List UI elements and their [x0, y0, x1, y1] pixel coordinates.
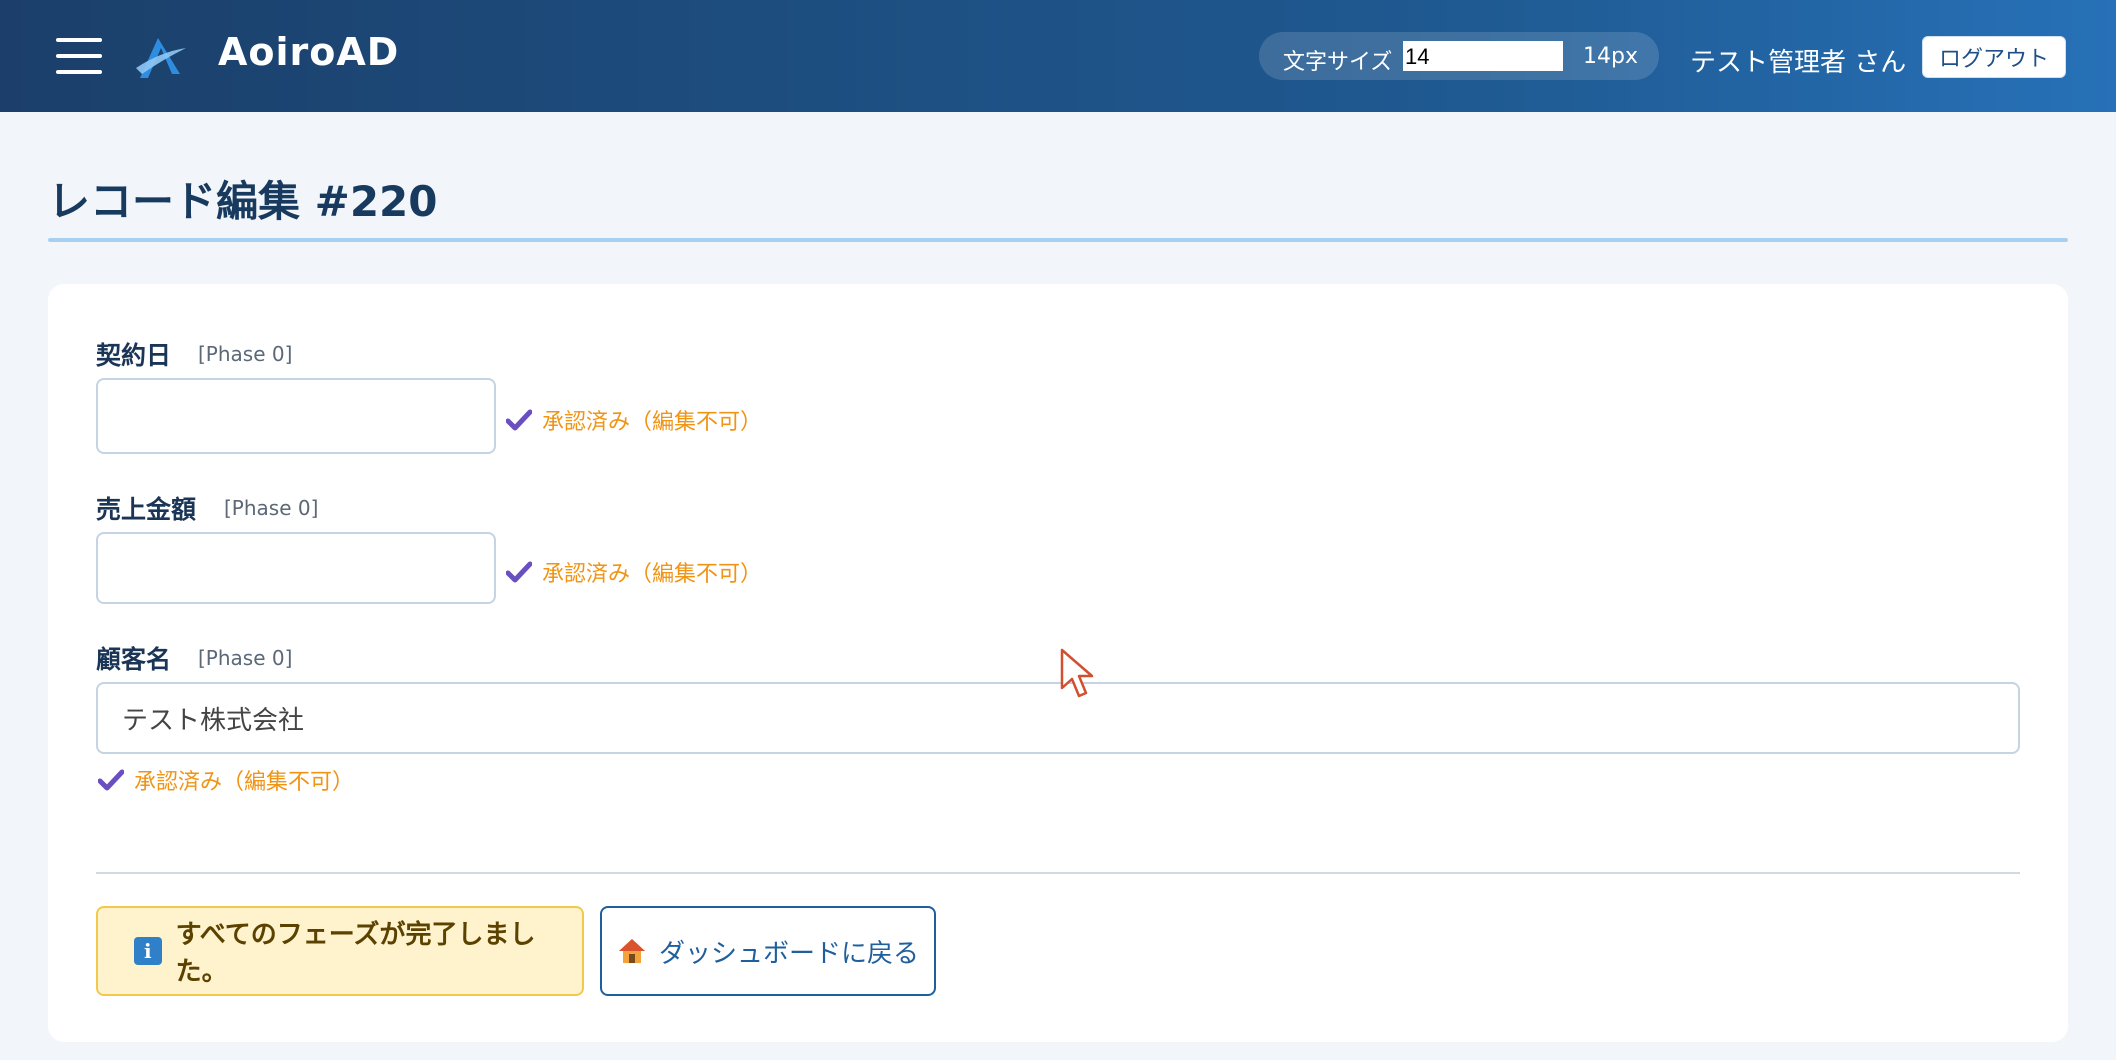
field-label-sales-amount: 売上金額: [96, 495, 197, 524]
page-title: レコード編集 #220: [48, 177, 438, 226]
phase-tag: [Phase 0]: [224, 496, 319, 520]
logout-button[interactable]: ログアウト: [1922, 36, 2066, 78]
completion-notice-text: すべてのフェーズが完了しました。: [175, 920, 536, 987]
approved-status-text: 承認済み（編集不可）: [134, 770, 355, 795]
home-icon: [618, 939, 645, 963]
font-size-unit: 14px: [1583, 44, 1638, 69]
font-size-input[interactable]: [1403, 41, 1563, 71]
info-icon: i: [134, 937, 162, 965]
approved-status: 承認済み（編集不可）: [506, 556, 762, 588]
mouse-cursor-icon: [1060, 648, 1094, 698]
font-size-control: 文字サイズ 14px: [1259, 32, 1659, 80]
approved-status-text: 承認済み（編集不可）: [542, 410, 763, 435]
phase-tag: [Phase 0]: [198, 342, 293, 366]
menu-icon[interactable]: [56, 38, 102, 74]
back-to-dashboard-button[interactable]: ダッシュボードに戻る: [600, 906, 936, 996]
approved-status: 承認済み（編集不可）: [506, 404, 762, 436]
sales-amount-input[interactable]: [96, 532, 496, 604]
app-header: AoiroAD 文字サイズ 14px テスト管理者 さん ログアウト: [0, 0, 2116, 112]
user-name: テスト管理者 さん: [1690, 48, 1907, 78]
font-size-label: 文字サイズ: [1283, 50, 1393, 75]
completion-notice: i すべてのフェーズが完了しました。: [96, 906, 584, 996]
approved-status-text: 承認済み（編集不可）: [542, 562, 763, 587]
title-divider: [48, 238, 2068, 242]
brand-name: AoiroAD: [218, 30, 400, 74]
check-icon: [98, 769, 124, 791]
phase-tag: [Phase 0]: [198, 646, 293, 670]
field-label-contract-date: 契約日: [96, 341, 172, 370]
form-divider: [96, 872, 2020, 874]
check-icon: [506, 561, 532, 583]
contract-date-input[interactable]: [96, 378, 496, 454]
back-to-dashboard-label: ダッシュボードに戻る: [658, 938, 919, 969]
logo-icon: [136, 38, 186, 78]
approved-status: 承認済み（編集不可）: [98, 764, 354, 796]
check-icon: [506, 409, 532, 431]
field-label-customer-name: 顧客名: [96, 645, 172, 674]
